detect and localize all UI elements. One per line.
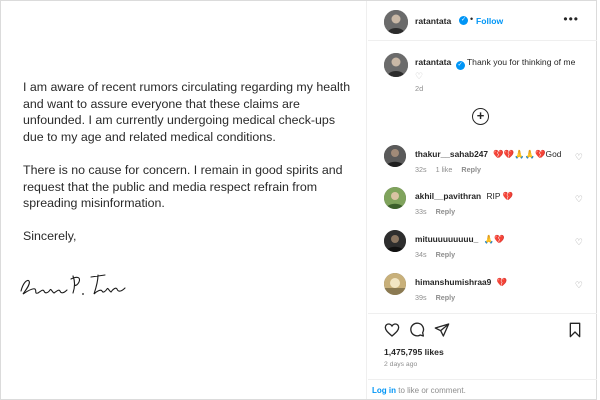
like-heart-icon[interactable] bbox=[384, 322, 400, 338]
verified-badge-icon: ✓ bbox=[459, 16, 468, 25]
post-timestamp: 2 days ago bbox=[384, 361, 418, 368]
reply-button[interactable]: Reply bbox=[436, 207, 456, 216]
profile-photo-icon bbox=[384, 53, 408, 77]
post-sidebar: ratantata ✓ • Follow ••• ratantata ✓ Tha… bbox=[368, 1, 597, 399]
follow-button[interactable]: Follow bbox=[476, 16, 503, 26]
profile-photo-icon bbox=[384, 187, 406, 209]
caption-text: ratantata ✓ Thank you for thinking of me… bbox=[415, 56, 585, 82]
comment-text: RIP 💔 bbox=[486, 191, 514, 201]
caption-avatar[interactable] bbox=[384, 53, 408, 77]
comment-time: 32s bbox=[415, 165, 427, 174]
comment-item: akhil__pavithran RIP 💔 33s Reply ♡ bbox=[368, 187, 597, 223]
like-comment-heart-icon[interactable]: ♡ bbox=[575, 152, 583, 163]
comment-username[interactable]: himanshumishraa9 bbox=[415, 277, 491, 287]
comment-username[interactable]: thakur__sahab247 bbox=[415, 149, 488, 159]
comment-item: thakur__sahab247 💔💔🙏🙏💔God 32s 1 like Rep… bbox=[368, 145, 597, 181]
load-more-comments-button[interactable]: + bbox=[472, 108, 489, 125]
comment-time: 39s bbox=[415, 293, 427, 302]
comment-time: 34s bbox=[415, 250, 427, 259]
profile-photo-icon bbox=[384, 10, 408, 34]
like-comment-heart-icon[interactable]: ♡ bbox=[575, 280, 583, 291]
letter-paragraph-2: There is no cause for concern. I remain … bbox=[23, 162, 343, 211]
reply-button[interactable]: Reply bbox=[436, 293, 456, 302]
comment-line: thakur__sahab247 💔💔🙏🙏💔God bbox=[415, 149, 561, 160]
commenter-avatar[interactable] bbox=[384, 230, 406, 252]
likes-count[interactable]: 1,475,795 likes bbox=[384, 347, 444, 357]
like-comment-heart-icon[interactable]: ♡ bbox=[575, 194, 583, 205]
comment-meta: 39s Reply bbox=[415, 293, 462, 302]
post-action-bar bbox=[368, 313, 597, 343]
comment-line: akhil__pavithran RIP 💔 bbox=[415, 191, 513, 202]
comment-meta: 32s 1 like Reply bbox=[415, 165, 488, 174]
commenter-avatar[interactable] bbox=[384, 145, 406, 167]
profile-photo-icon bbox=[384, 145, 406, 167]
post-image: I am aware of recent rumors circulating … bbox=[1, 1, 367, 399]
commenter-avatar[interactable] bbox=[384, 273, 406, 295]
caption-username[interactable]: ratantata bbox=[415, 57, 451, 67]
instagram-post-window: I am aware of recent rumors circulating … bbox=[0, 0, 597, 400]
comment-item: himanshumishraa9 💔 39s Reply ♡ bbox=[368, 273, 597, 309]
letter-closing: Sincerely, bbox=[23, 229, 77, 244]
login-prompt: Log in to like or comment. bbox=[368, 379, 597, 399]
header-username[interactable]: ratantata bbox=[415, 16, 451, 26]
share-send-icon[interactable] bbox=[434, 322, 450, 338]
profile-photo-icon bbox=[384, 230, 406, 252]
comment-item: mituuuuuuuuu_ 🙏💔 34s Reply ♡ bbox=[368, 230, 597, 266]
commenter-avatar[interactable] bbox=[384, 187, 406, 209]
verified-badge-icon: ✓ bbox=[455, 61, 465, 70]
comment-time: 33s bbox=[415, 207, 427, 216]
letter-paragraph-1: I am aware of recent rumors circulating … bbox=[23, 80, 351, 144]
like-comment-heart-icon[interactable]: ♡ bbox=[575, 237, 583, 248]
comment-username[interactable]: akhil__pavithran bbox=[415, 191, 481, 201]
save-bookmark-icon[interactable] bbox=[567, 322, 583, 338]
comment-line: mituuuuuuuuu_ 🙏💔 bbox=[415, 234, 504, 245]
comment-meta: 34s Reply bbox=[415, 250, 462, 259]
more-options-icon[interactable]: ••• bbox=[563, 12, 579, 26]
login-prompt-rest: to like or comment. bbox=[396, 386, 466, 395]
comment-line: himanshumishraa9 💔 bbox=[415, 277, 507, 288]
handwritten-signature bbox=[20, 274, 126, 295]
login-link[interactable]: Log in bbox=[372, 386, 396, 395]
profile-photo-icon bbox=[384, 273, 406, 295]
post-header: ratantata ✓ • Follow ••• bbox=[368, 1, 597, 41]
comment-username[interactable]: mituuuuuuuuu_ bbox=[415, 234, 478, 244]
heart-outline-icon: ♡ bbox=[415, 71, 424, 81]
letter-text: I am aware of recent rumors circulating … bbox=[23, 79, 353, 262]
comment-icon[interactable] bbox=[409, 322, 425, 338]
avatar[interactable] bbox=[384, 10, 408, 34]
caption-timestamp: 2d bbox=[415, 84, 424, 93]
comment-meta: 33s Reply bbox=[415, 207, 462, 216]
login-prompt-text: Log in to like or comment. bbox=[372, 386, 466, 395]
caption-message: Thank you for thinking of me bbox=[466, 57, 576, 67]
comment-likes[interactable]: 1 like bbox=[436, 165, 453, 174]
reply-button[interactable]: Reply bbox=[436, 250, 456, 259]
comment-text: 💔 bbox=[496, 277, 508, 287]
comment-text: 🙏💔 bbox=[483, 234, 505, 244]
separator-dot: • bbox=[470, 14, 474, 24]
comment-text: 💔💔🙏🙏💔God bbox=[493, 149, 562, 159]
reply-button[interactable]: Reply bbox=[461, 165, 481, 174]
